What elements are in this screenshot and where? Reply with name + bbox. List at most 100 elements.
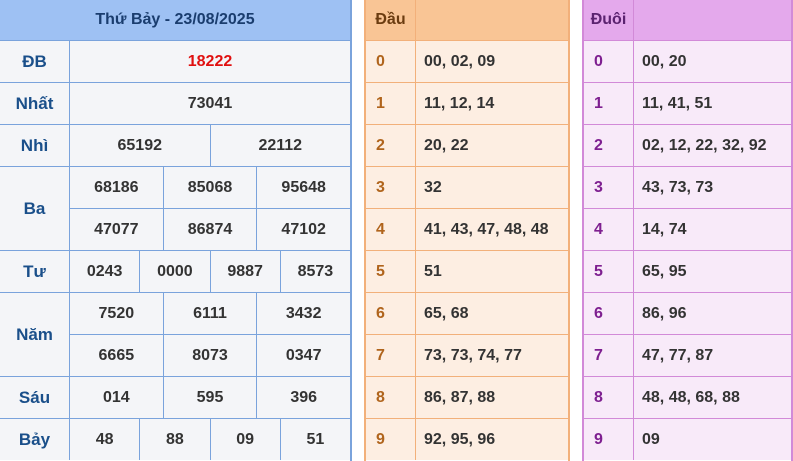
duoi-row: 2 02, 12, 22, 32, 92 <box>584 124 791 166</box>
duoi-row: 5 65, 95 <box>584 250 791 292</box>
dau-row: 8 86, 87, 88 <box>366 376 568 418</box>
duoi-row: 0 00, 20 <box>584 40 791 82</box>
duoi-digit: 9 <box>584 419 634 460</box>
prize-numbers: 014 595 396 <box>70 377 350 418</box>
prize-number: 47077 <box>94 220 139 238</box>
duoi-values: 11, 41, 51 <box>642 94 713 112</box>
dau-digit: 4 <box>366 209 416 250</box>
duoi-row: 8 48, 48, 68, 88 <box>584 376 791 418</box>
dau-row: 9 92, 95, 96 <box>366 418 568 460</box>
prize-line: 48 88 09 51 <box>70 419 350 460</box>
duoi-values: 00, 20 <box>642 52 687 70</box>
prize-numbers: 65192 22112 <box>70 125 350 166</box>
dau-digit: 2 <box>366 125 416 166</box>
prize-row: Năm 7520 6111 3432 6665 8073 0347 <box>0 292 350 376</box>
prize-row: ĐB 18222 <box>0 40 350 82</box>
prize-row: Tư 0243 0000 9887 8573 <box>0 250 350 292</box>
prize-line: 7520 6111 3432 <box>70 293 350 334</box>
duoi-digit: 8 <box>584 377 634 418</box>
prize-label: Nhất <box>0 83 70 124</box>
dau-row: 2 20, 22 <box>366 124 568 166</box>
prize-number: 85068 <box>162 167 257 208</box>
prize-line: 6665 8073 0347 <box>70 334 350 376</box>
prize-label: Sáu <box>0 377 70 418</box>
dau-row: 3 32 <box>366 166 568 208</box>
prize-number: 7520 <box>98 304 135 322</box>
dau-values: 73, 73, 74, 77 <box>424 346 522 364</box>
prize-line: 47077 86874 47102 <box>70 208 350 250</box>
duoi-values: 02, 12, 22, 32, 92 <box>642 136 767 154</box>
prize-number: 0347 <box>256 335 350 376</box>
dau-values: 20, 22 <box>424 136 469 154</box>
results-date-title: Thứ Bảy - 23/08/2025 <box>0 0 350 40</box>
special-prize-number: 18222 <box>187 52 233 70</box>
duoi-values: 86, 96 <box>642 304 687 322</box>
prize-line: 65192 22112 <box>70 125 350 166</box>
prize-number: 3432 <box>256 293 350 334</box>
prize-number: 86874 <box>162 209 257 250</box>
prize-number: 95648 <box>256 167 350 208</box>
dau-rows: 0 00, 02, 09 1 11, 12, 14 2 20, 22 3 32 4 41, 43,… <box>366 40 568 460</box>
duoi-header-row: Đuôi <box>584 0 791 40</box>
dau-row: 4 41, 43, 47, 48, 48 <box>366 208 568 250</box>
prize-label: Nhì <box>0 125 70 166</box>
prize-number: 65192 <box>117 136 163 154</box>
prize-numbers: 48 88 09 51 <box>70 419 350 460</box>
duoi-row: 3 43, 73, 73 <box>584 166 791 208</box>
prize-row: Nhất 73041 <box>0 82 350 124</box>
dau-values: 51 <box>424 262 442 280</box>
prize-number: 8073 <box>162 335 257 376</box>
prize-number: 47102 <box>256 209 350 250</box>
dau-values: 65, 68 <box>424 304 469 322</box>
prize-number: 0000 <box>139 251 209 292</box>
prize-numbers: 7520 6111 3432 6665 8073 0347 <box>70 293 350 376</box>
dau-values: 41, 43, 47, 48, 48 <box>424 220 549 238</box>
duoi-values: 14, 74 <box>642 220 687 238</box>
duoi-values: 48, 48, 68, 88 <box>642 388 740 406</box>
dau-digit: 1 <box>366 83 416 124</box>
prize-line: 18222 <box>70 41 350 82</box>
prize-number: 6111 <box>162 293 257 334</box>
dau-row: 0 00, 02, 09 <box>366 40 568 82</box>
results-table: Thứ Bảy - 23/08/2025 ĐB 18222 Nhất 73041 Nhì… <box>0 0 352 461</box>
dau-digit: 3 <box>366 167 416 208</box>
duoi-table: Đuôi 0 00, 20 1 11, 41, 51 2 02, 12, 22, 32, … <box>582 0 793 461</box>
duoi-digit: 6 <box>584 293 634 334</box>
prize-number: 73041 <box>187 94 233 112</box>
prize-number: 09 <box>209 419 280 460</box>
dau-digit: 8 <box>366 377 416 418</box>
prize-row: Ba 68186 85068 95648 47077 86874 47102 <box>0 166 350 250</box>
prize-line: 73041 <box>70 83 350 124</box>
prize-line: 014 595 396 <box>70 377 350 418</box>
dau-header-row: Đầu <box>366 0 568 40</box>
duoi-row: 7 47, 77, 87 <box>584 334 791 376</box>
dau-digit: 7 <box>366 335 416 376</box>
dau-values: 11, 12, 14 <box>424 94 495 112</box>
prize-number: 48 <box>95 430 114 448</box>
dau-row: 5 51 <box>366 250 568 292</box>
duoi-header-label: Đuôi <box>584 0 634 40</box>
prize-number: 22112 <box>209 125 351 166</box>
dau-digit: 6 <box>366 293 416 334</box>
prize-number: 0243 <box>86 262 123 280</box>
dau-row: 1 11, 12, 14 <box>366 82 568 124</box>
duoi-values: 65, 95 <box>642 262 687 280</box>
prize-label: ĐB <box>0 41 70 82</box>
prize-label: Năm <box>0 293 70 376</box>
dau-row: 7 73, 73, 74, 77 <box>366 334 568 376</box>
prize-number: 51 <box>279 419 350 460</box>
prize-number: 595 <box>162 377 257 418</box>
dau-digit: 0 <box>366 41 416 82</box>
prize-number: 88 <box>139 419 209 460</box>
prize-label: Tư <box>0 251 70 292</box>
duoi-digit: 7 <box>584 335 634 376</box>
dau-values: 86, 87, 88 <box>424 388 496 406</box>
dau-row: 6 65, 68 <box>366 292 568 334</box>
duoi-digit: 5 <box>584 251 634 292</box>
duoi-digit: 0 <box>584 41 634 82</box>
prize-number: 014 <box>102 388 130 406</box>
dau-table: Đầu 0 00, 02, 09 1 11, 12, 14 2 20, 22 3 32 4 41,… <box>364 0 570 461</box>
prize-line: 68186 85068 95648 <box>70 167 350 208</box>
duoi-row: 6 86, 96 <box>584 292 791 334</box>
prize-number: 8573 <box>279 251 350 292</box>
